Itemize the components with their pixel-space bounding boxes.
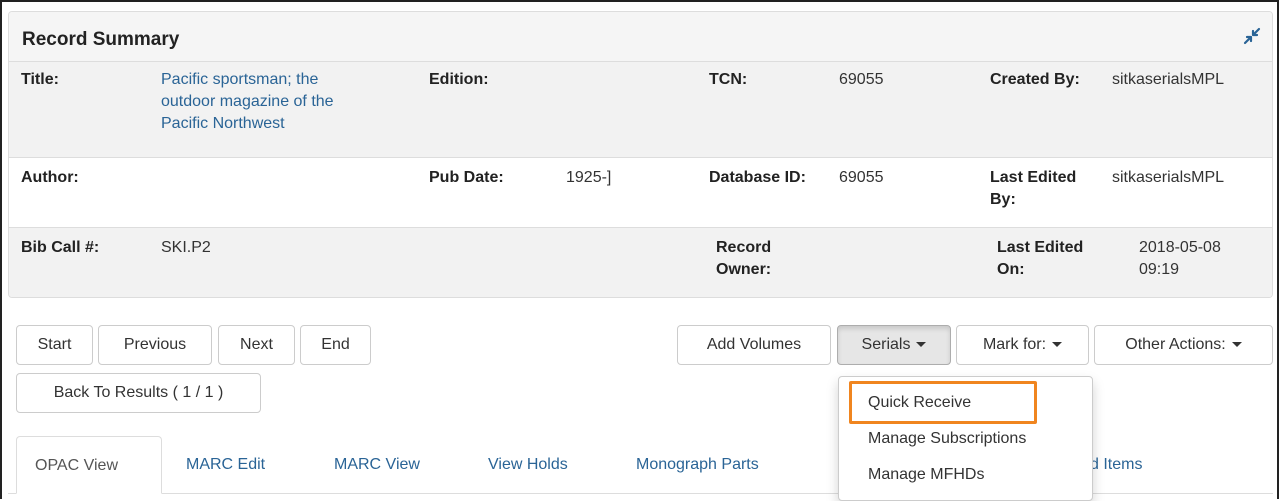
menu-item-manage-subscriptions[interactable]: Manage Subscriptions	[868, 430, 1026, 448]
end-button[interactable]: End	[300, 325, 371, 365]
add-volumes-button[interactable]: Add Volumes	[677, 325, 831, 365]
label-line: By:	[990, 191, 1016, 208]
highlight-box	[849, 381, 1037, 424]
label-line: Record	[716, 239, 772, 256]
previous-button[interactable]: Previous	[98, 325, 212, 365]
summary-row-1: Title: Pacific sportsman; the outdoor ma…	[9, 62, 1272, 158]
caret-down-icon	[1052, 342, 1063, 348]
caret-down-icon	[916, 342, 927, 348]
panel-heading: Record Summary	[9, 12, 1272, 62]
author-label: Author:	[21, 169, 79, 186]
last-edited-by-value: sitkaserialsMPL	[1112, 169, 1225, 186]
summary-row-3: Bib Call #: SKI.P2 Record Owner: Last Ed…	[9, 228, 1272, 297]
tab-view-holds[interactable]: View Holds	[470, 436, 586, 494]
last-edited-on-label: Last Edited On:	[997, 237, 1083, 281]
tab-monograph-parts[interactable]: Monograph Parts	[618, 436, 777, 494]
title-value-line: outdoor magazine of the	[161, 93, 334, 110]
created-by-value: sitkaserialsMPL	[1112, 71, 1225, 88]
bib-call-label: Bib Call #:	[21, 239, 100, 256]
last-edited-on-value: 2018-05-08 09:19	[1139, 237, 1221, 281]
summary-row-2: Author: Pub Date: 1925-] Database ID: 69…	[9, 158, 1272, 228]
mark-for-label: Mark for:	[982, 336, 1047, 353]
collapse-arrows-icon[interactable]	[1242, 26, 1262, 46]
serials-dropdown-button[interactable]: Serials	[837, 325, 951, 365]
title-label: Title:	[21, 71, 59, 88]
value-line: 09:19	[1139, 261, 1180, 278]
title-value[interactable]: Pacific sportsman; the outdoor magazine …	[161, 69, 334, 135]
value-line: 2018-05-08	[1139, 239, 1221, 256]
label-line: Owner:	[716, 261, 772, 278]
tcn-label: TCN:	[709, 71, 748, 88]
start-button[interactable]: Start	[16, 325, 93, 365]
last-edited-by-label: Last Edited By:	[990, 167, 1076, 211]
other-actions-label: Other Actions:	[1125, 336, 1226, 353]
bib-call-value: SKI.P2	[161, 239, 211, 256]
next-button[interactable]: Next	[218, 325, 295, 365]
record-owner-label: Record Owner:	[716, 237, 771, 281]
record-summary-panel: Record Summary Title: Pacific sportsman;…	[8, 11, 1273, 298]
tab-marc-view[interactable]: MARC View	[316, 436, 438, 494]
tcn-value: 69055	[839, 71, 884, 88]
pub-date-value: 1925-]	[566, 169, 612, 186]
label-line: On:	[997, 261, 1025, 278]
tab-marc-edit[interactable]: MARC Edit	[168, 436, 283, 494]
edition-label: Edition:	[429, 71, 489, 88]
title-value-line: Pacific Northwest	[161, 115, 285, 132]
caret-down-icon	[1231, 342, 1242, 348]
other-actions-dropdown-button[interactable]: Other Actions:	[1094, 325, 1273, 365]
label-line: Last Edited	[990, 169, 1077, 186]
label-line: Last Edited	[997, 239, 1084, 256]
database-id-value: 69055	[839, 169, 884, 186]
database-id-label: Database ID:	[709, 169, 806, 186]
pub-date-label: Pub Date:	[429, 169, 504, 186]
menu-item-manage-mfhds[interactable]: Manage MFHDs	[868, 466, 984, 484]
mark-for-dropdown-button[interactable]: Mark for:	[956, 325, 1089, 365]
panel-title: Record Summary	[22, 29, 180, 50]
title-value-line: Pacific sportsman; the	[161, 71, 319, 88]
serials-label: Serials	[861, 336, 911, 353]
tab-opac-view[interactable]: OPAC View	[16, 436, 162, 494]
created-by-label: Created By:	[990, 71, 1080, 88]
back-to-results-button[interactable]: Back To Results ( 1 / 1 )	[16, 373, 261, 413]
